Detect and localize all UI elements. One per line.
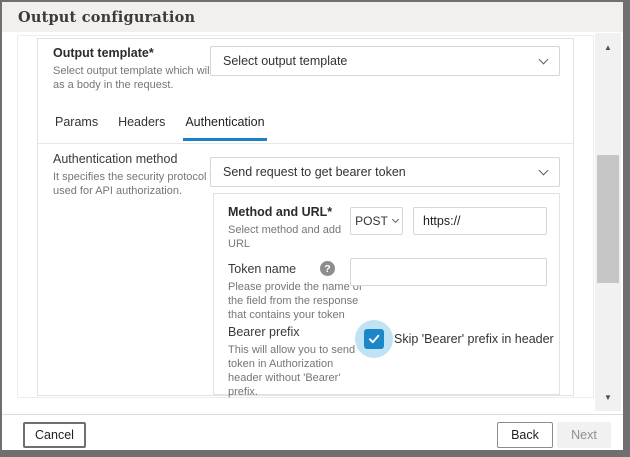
dialog-title: Output configuration xyxy=(18,9,195,26)
back-button[interactable]: Back xyxy=(497,422,553,448)
output-template-dropdown[interactable]: Select output template xyxy=(210,46,560,76)
chevron-down-icon xyxy=(539,165,549,175)
scroll-down-icon[interactable]: ▼ xyxy=(595,389,621,405)
bearer-prefix-description: This will allow you to send token in Aut… xyxy=(228,343,364,399)
check-icon xyxy=(367,332,381,346)
method-url-label: Method and URL* xyxy=(228,205,332,219)
url-input[interactable] xyxy=(413,207,547,235)
skip-bearer-checkbox-label[interactable]: Skip 'Bearer' prefix in header xyxy=(394,332,554,346)
chevron-down-icon xyxy=(392,215,399,222)
token-name-description: Please provide the name of the field fro… xyxy=(228,280,364,322)
output-configuration-dialog: Output configuration Output template* Se… xyxy=(0,0,630,457)
auth-method-dropdown-value: Send request to get bearer token xyxy=(223,165,540,179)
next-button[interactable]: Next xyxy=(557,422,611,448)
skip-bearer-checkbox[interactable] xyxy=(364,329,384,349)
tab-bar: Params Headers Authentication xyxy=(53,113,267,141)
cancel-button[interactable]: Cancel xyxy=(23,422,86,448)
output-template-dropdown-value: Select output template xyxy=(223,54,540,68)
http-method-value: POST xyxy=(355,214,388,228)
tab-bar-divider xyxy=(38,143,573,144)
tab-authentication[interactable]: Authentication xyxy=(183,113,266,141)
method-url-description: Select method and add URL xyxy=(228,223,346,251)
help-glyph: ? xyxy=(324,263,330,275)
footer-divider xyxy=(2,414,623,415)
token-name-input[interactable] xyxy=(350,258,547,286)
output-template-label: Output template* xyxy=(53,46,154,60)
scrollbar-thumb[interactable] xyxy=(597,155,619,283)
token-name-label: Token name xyxy=(228,262,296,276)
dialog-header: Output configuration xyxy=(2,2,623,32)
chevron-down-icon xyxy=(539,54,549,64)
auth-method-dropdown[interactable]: Send request to get bearer token xyxy=(210,157,560,187)
auth-method-label: Authentication method xyxy=(53,152,177,166)
tab-headers[interactable]: Headers xyxy=(116,113,167,141)
tab-params[interactable]: Params xyxy=(53,113,100,141)
scroll-up-icon[interactable]: ▲ xyxy=(595,39,621,55)
bearer-prefix-label: Bearer prefix xyxy=(228,325,300,339)
http-method-select[interactable]: POST xyxy=(350,207,403,235)
help-icon[interactable]: ? xyxy=(320,261,335,276)
